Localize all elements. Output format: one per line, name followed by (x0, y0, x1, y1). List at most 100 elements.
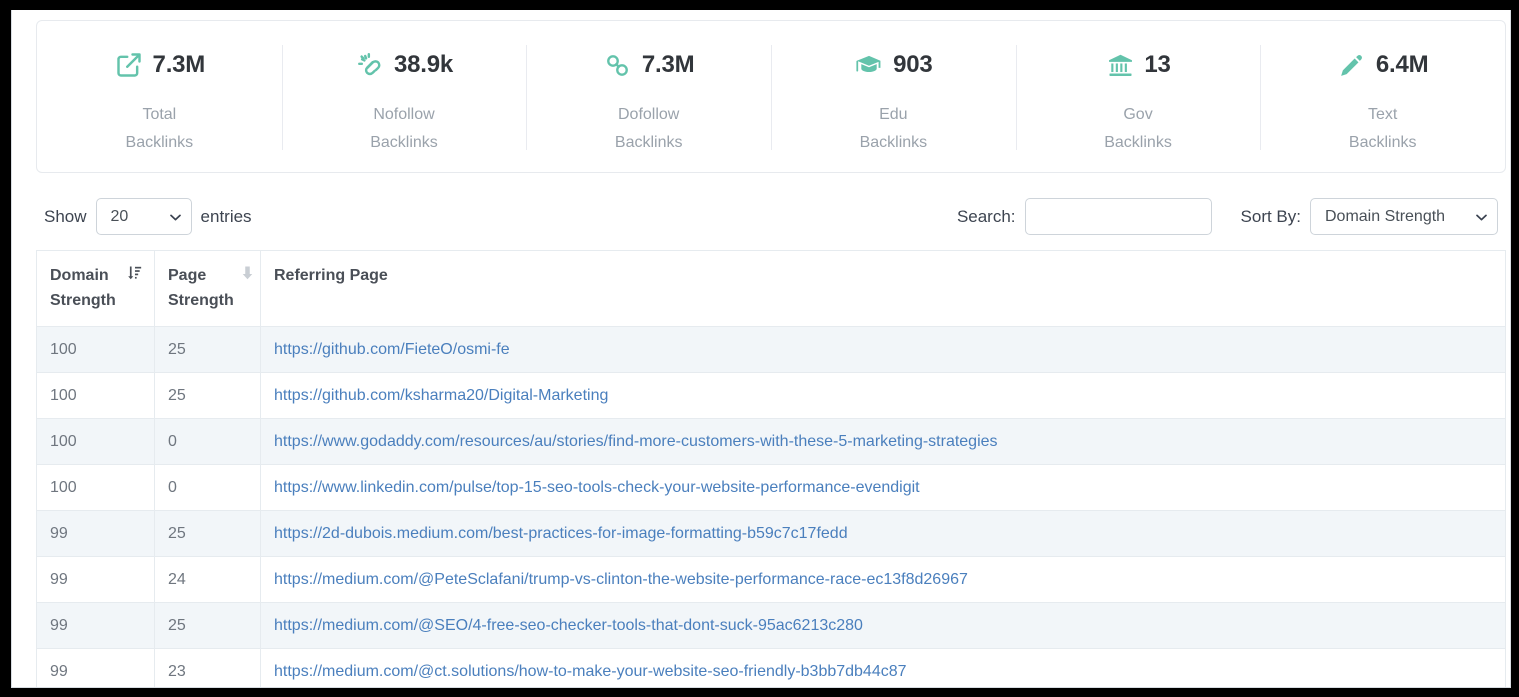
referring-page-link[interactable]: https://github.com/ksharma20/Digital-Mar… (274, 387, 608, 404)
stat-top-row: 38.9k (282, 46, 527, 84)
cell-domain-strength: 99 (37, 603, 155, 649)
cell-page-strength: 25 (155, 511, 261, 557)
stat-value: 38.9k (394, 53, 453, 77)
bank-icon (1105, 50, 1135, 80)
referring-page-link[interactable]: https://github.com/FieteO/osmi-fe (274, 341, 510, 358)
entries-per-page-select[interactable]: 20 (96, 198, 192, 235)
column-header-label: Page Strength (168, 263, 234, 313)
stat-label-line1: Text (1260, 101, 1505, 129)
cell-page-strength: 23 (155, 649, 261, 689)
stat-label: Text Backlinks (1260, 101, 1505, 157)
entries-select-value: 20 (111, 208, 129, 226)
cell-referring-page: https://github.com/FieteO/osmi-fe (261, 327, 1506, 373)
stat-label: Edu Backlinks (771, 101, 1016, 157)
cell-domain-strength: 99 (37, 511, 155, 557)
show-label: Show (44, 207, 87, 227)
chevron-down-icon (170, 214, 180, 220)
stat-value: 903 (893, 53, 932, 77)
column-header-domain-strength[interactable]: Domain Strength (37, 251, 155, 327)
stat-label-line2: Backlinks (526, 129, 771, 157)
stat-label: Nofollow Backlinks (282, 101, 527, 157)
table-header-row: Domain Strength (37, 251, 1506, 327)
column-header-referring-page[interactable]: Referring Page (261, 251, 1506, 327)
sort-by-select[interactable]: Domain Strength (1310, 198, 1498, 235)
stat-top-row: 7.3M (526, 46, 771, 84)
table-row: 100 25 https://github.com/FieteO/osmi-fe (37, 327, 1506, 373)
cell-page-strength: 25 (155, 373, 261, 419)
cell-referring-page: https://github.com/ksharma20/Digital-Mar… (261, 373, 1506, 419)
sort-by-select-value: Domain Strength (1325, 208, 1445, 226)
stat-label-line2: Backlinks (1260, 129, 1505, 157)
cell-domain-strength: 100 (37, 465, 155, 511)
table-body: 100 25 https://github.com/FieteO/osmi-fe… (37, 327, 1506, 689)
stat-dofollow-backlinks: 7.3M Dofollow Backlinks (526, 21, 771, 172)
stat-label-line1: Gov (1016, 101, 1261, 129)
stat-label-line2: Backlinks (1016, 129, 1261, 157)
search-input[interactable] (1025, 198, 1212, 235)
cell-page-strength: 24 (155, 557, 261, 603)
stat-value: 13 (1144, 53, 1170, 77)
stat-value: 6.4M (1376, 53, 1429, 77)
cell-page-strength: 25 (155, 603, 261, 649)
link-chain-icon (603, 50, 633, 80)
arrow-down-icon[interactable] (240, 265, 255, 281)
stat-total-backlinks: 7.3M Total Backlinks (37, 21, 282, 172)
stat-label: Dofollow Backlinks (526, 101, 771, 157)
stat-label-line1: Dofollow (526, 101, 771, 129)
cell-referring-page: https://medium.com/@SEO/4-free-seo-check… (261, 603, 1506, 649)
pencil-icon (1337, 50, 1367, 80)
table-row: 99 24 https://medium.com/@PeteSclafani/t… (37, 557, 1506, 603)
cell-referring-page: https://www.linkedin.com/pulse/top-15-se… (261, 465, 1506, 511)
referring-page-link[interactable]: https://medium.com/@ct.solutions/how-to-… (274, 663, 907, 680)
graduation-cap-icon (854, 50, 884, 80)
stat-label-line1: Nofollow (282, 101, 527, 129)
cell-domain-strength: 100 (37, 373, 155, 419)
referring-page-link[interactable]: https://2d-dubois.medium.com/best-practi… (274, 525, 848, 542)
table-controls: Show 20 entries Search: Sort By: Domain … (36, 190, 1506, 248)
stat-label: Total Backlinks (37, 101, 282, 157)
stat-label-line2: Backlinks (37, 129, 282, 157)
cell-domain-strength: 99 (37, 649, 155, 689)
stat-top-row: 13 (1016, 46, 1261, 84)
backlink-summary-card: 7.3M Total Backlinks 38.9k (36, 20, 1506, 173)
table-row: 99 25 https://medium.com/@SEO/4-free-seo… (37, 603, 1506, 649)
table-row: 100 0 https://www.godaddy.com/resources/… (37, 419, 1506, 465)
cell-page-strength: 25 (155, 327, 261, 373)
referring-page-link[interactable]: https://www.linkedin.com/pulse/top-15-se… (274, 479, 920, 496)
search-label: Search: (957, 207, 1016, 227)
broken-link-icon (355, 50, 385, 80)
stat-label-line1: Total (37, 101, 282, 129)
table-head: Domain Strength (37, 251, 1506, 327)
stat-text-backlinks: 6.4M Text Backlinks (1260, 21, 1505, 172)
cell-page-strength: 0 (155, 419, 261, 465)
stat-label: Gov Backlinks (1016, 101, 1261, 157)
show-entries-group: Show 20 entries (44, 198, 252, 235)
table-row: 99 25 https://2d-dubois.medium.com/best-… (37, 511, 1506, 557)
stat-nofollow-backlinks: 38.9k Nofollow Backlinks (282, 21, 527, 172)
backlinks-panel: 7.3M Total Backlinks 38.9k (11, 10, 1511, 688)
external-link-icon (114, 50, 144, 80)
stat-gov-backlinks: 13 Gov Backlinks (1016, 21, 1261, 172)
column-header-page-strength[interactable]: Page Strength (155, 251, 261, 327)
cell-referring-page: https://www.godaddy.com/resources/au/sto… (261, 419, 1506, 465)
chevron-down-icon (1476, 214, 1486, 220)
cell-domain-strength: 99 (37, 557, 155, 603)
referring-page-link[interactable]: https://medium.com/@PeteSclafani/trump-v… (274, 571, 968, 588)
stat-label-line1: Edu (771, 101, 1016, 129)
sort-amount-down-icon[interactable] (127, 265, 142, 281)
stat-value: 7.3M (642, 53, 695, 77)
column-header-label: Referring Page (274, 263, 1493, 288)
stat-top-row: 6.4M (1260, 46, 1505, 84)
referring-page-link[interactable]: https://www.godaddy.com/resources/au/sto… (274, 433, 998, 450)
cell-domain-strength: 100 (37, 327, 155, 373)
cell-referring-page: https://medium.com/@PeteSclafani/trump-v… (261, 557, 1506, 603)
table-row: 100 25 https://github.com/ksharma20/Digi… (37, 373, 1506, 419)
referring-page-link[interactable]: https://medium.com/@SEO/4-free-seo-check… (274, 617, 863, 634)
stat-top-row: 7.3M (37, 46, 282, 84)
backlinks-table-wrapper: Domain Strength (36, 250, 1506, 688)
cell-domain-strength: 100 (37, 419, 155, 465)
cell-page-strength: 0 (155, 465, 261, 511)
backlinks-table: Domain Strength (36, 250, 1506, 688)
cell-referring-page: https://2d-dubois.medium.com/best-practi… (261, 511, 1506, 557)
stat-label-line2: Backlinks (771, 129, 1016, 157)
